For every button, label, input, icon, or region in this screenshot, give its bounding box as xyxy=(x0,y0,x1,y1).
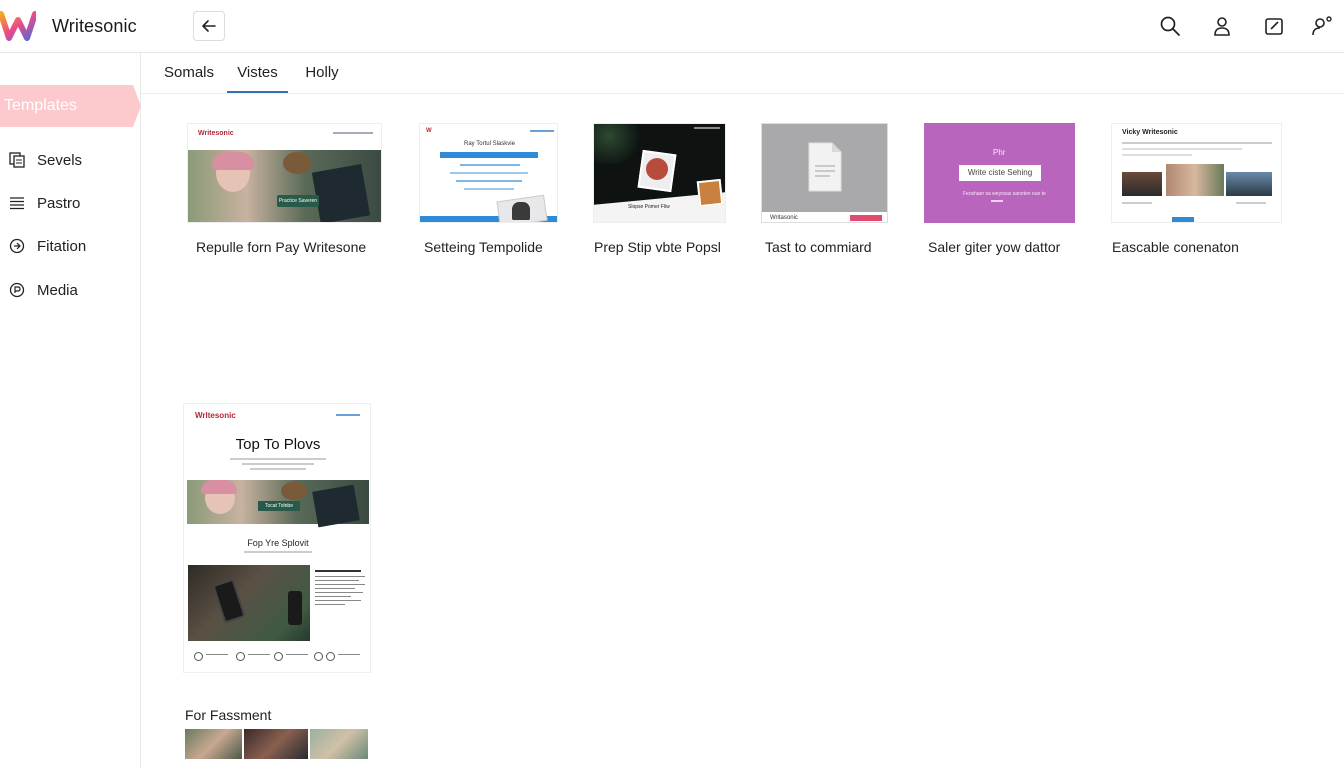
writesonic-logo-icon[interactable] xyxy=(0,10,36,42)
section-thumbnail-2[interactable] xyxy=(244,729,308,759)
thumbnail-heading: Phr xyxy=(993,148,1006,157)
template-label-6[interactable]: Eascable conenaton xyxy=(1112,239,1239,255)
template-label-1[interactable]: Repulle forn Pay Writesone xyxy=(196,239,366,255)
compass-icon xyxy=(8,237,26,255)
template-label-3[interactable]: Prep Stip vbte Popsl xyxy=(594,239,721,255)
thumbnail-caption: Feoshaer sa weyssas sanoten oue te xyxy=(963,191,1046,197)
thumbnail-hero-image xyxy=(188,150,381,222)
template-thumbnail-5[interactable]: Phr Write ciste Sehing Feoshaer sa weyss… xyxy=(924,123,1075,223)
top-bar: Writesonic xyxy=(0,0,1344,53)
tab-somals[interactable]: Somals xyxy=(161,53,217,93)
thumbnail-brand: Vicky Writesonic xyxy=(1122,129,1178,136)
media-icon xyxy=(8,281,26,299)
user-icon[interactable] xyxy=(1210,14,1234,38)
arrow-left-icon xyxy=(202,20,216,32)
sidebar-item-sevels[interactable]: Sevels xyxy=(8,149,82,171)
thumbnail-textbox: Write ciste Sehing xyxy=(959,165,1041,181)
document-icon xyxy=(808,142,842,192)
documents-icon xyxy=(8,151,26,169)
brand-name: Writesonic xyxy=(52,16,137,36)
sidebar-item-templates[interactable]: Templates xyxy=(0,85,141,127)
thumbnail-button: Practice Saveren xyxy=(277,195,319,207)
tab-holly[interactable]: Holly xyxy=(299,53,345,93)
feature-template-card[interactable]: Wrltesonic Top To Plovs Tocat Tolnbe Fop… xyxy=(183,403,371,673)
user-settings-icon[interactable] xyxy=(1310,14,1334,38)
sidebar: Templates Sevels Pastro Fitation Media xyxy=(0,53,141,768)
sidebar-item-label: Pastro xyxy=(37,194,81,212)
tab-vistes[interactable]: Vistes xyxy=(227,53,288,93)
thumbnail-nav xyxy=(333,132,373,134)
sidebar-item-media[interactable]: Media xyxy=(8,279,78,301)
sidebar-item-label: Media xyxy=(37,281,78,299)
search-icon[interactable] xyxy=(1158,14,1182,38)
thumbnail-title: Ray Tortul Slaskvie xyxy=(464,141,515,147)
template-thumbnail-4[interactable]: Writasonic xyxy=(761,123,888,223)
thumbnail-brand: Writesonic xyxy=(198,130,234,137)
thumbnail-footer: Writasonic xyxy=(770,215,798,221)
section-thumbnail-1[interactable] xyxy=(185,729,242,759)
section-title: For Fassment xyxy=(185,707,272,723)
sidebar-item-fitation[interactable]: Fitation xyxy=(8,235,86,257)
template-label-2[interactable]: Setteing Tempolide xyxy=(424,239,543,255)
card-subtitle: Fop Yre Splovit xyxy=(247,538,309,548)
template-thumbnail-6[interactable]: Vicky Writesonic xyxy=(1111,123,1282,223)
sidebar-item-label: Templates xyxy=(4,97,77,114)
template-label-5[interactable]: Saler giter yow dattor xyxy=(928,239,1060,255)
back-button[interactable] xyxy=(193,11,225,41)
list-icon xyxy=(8,194,26,212)
sidebar-item-label: Sevels xyxy=(37,151,83,169)
template-thumbnail-3[interactable]: Slopse Pomer Fliw xyxy=(593,123,726,223)
template-label-4[interactable]: Tast to commiard xyxy=(765,239,872,255)
section-thumbnail-3[interactable] xyxy=(310,729,368,759)
edit-icon[interactable] xyxy=(1262,14,1286,38)
sidebar-item-pastro[interactable]: Pastro xyxy=(8,192,80,214)
sidebar-item-label: Fitation xyxy=(37,237,87,255)
tab-bar: Somals Vistes Holly xyxy=(141,53,1344,94)
thumbnail-caption: Slopse Pomer Fliw xyxy=(628,204,670,210)
template-thumbnail-2[interactable]: W Ray Tortul Slaskvie xyxy=(419,123,558,223)
template-thumbnail-1[interactable]: Writesonic Practice Saveren xyxy=(187,123,382,223)
